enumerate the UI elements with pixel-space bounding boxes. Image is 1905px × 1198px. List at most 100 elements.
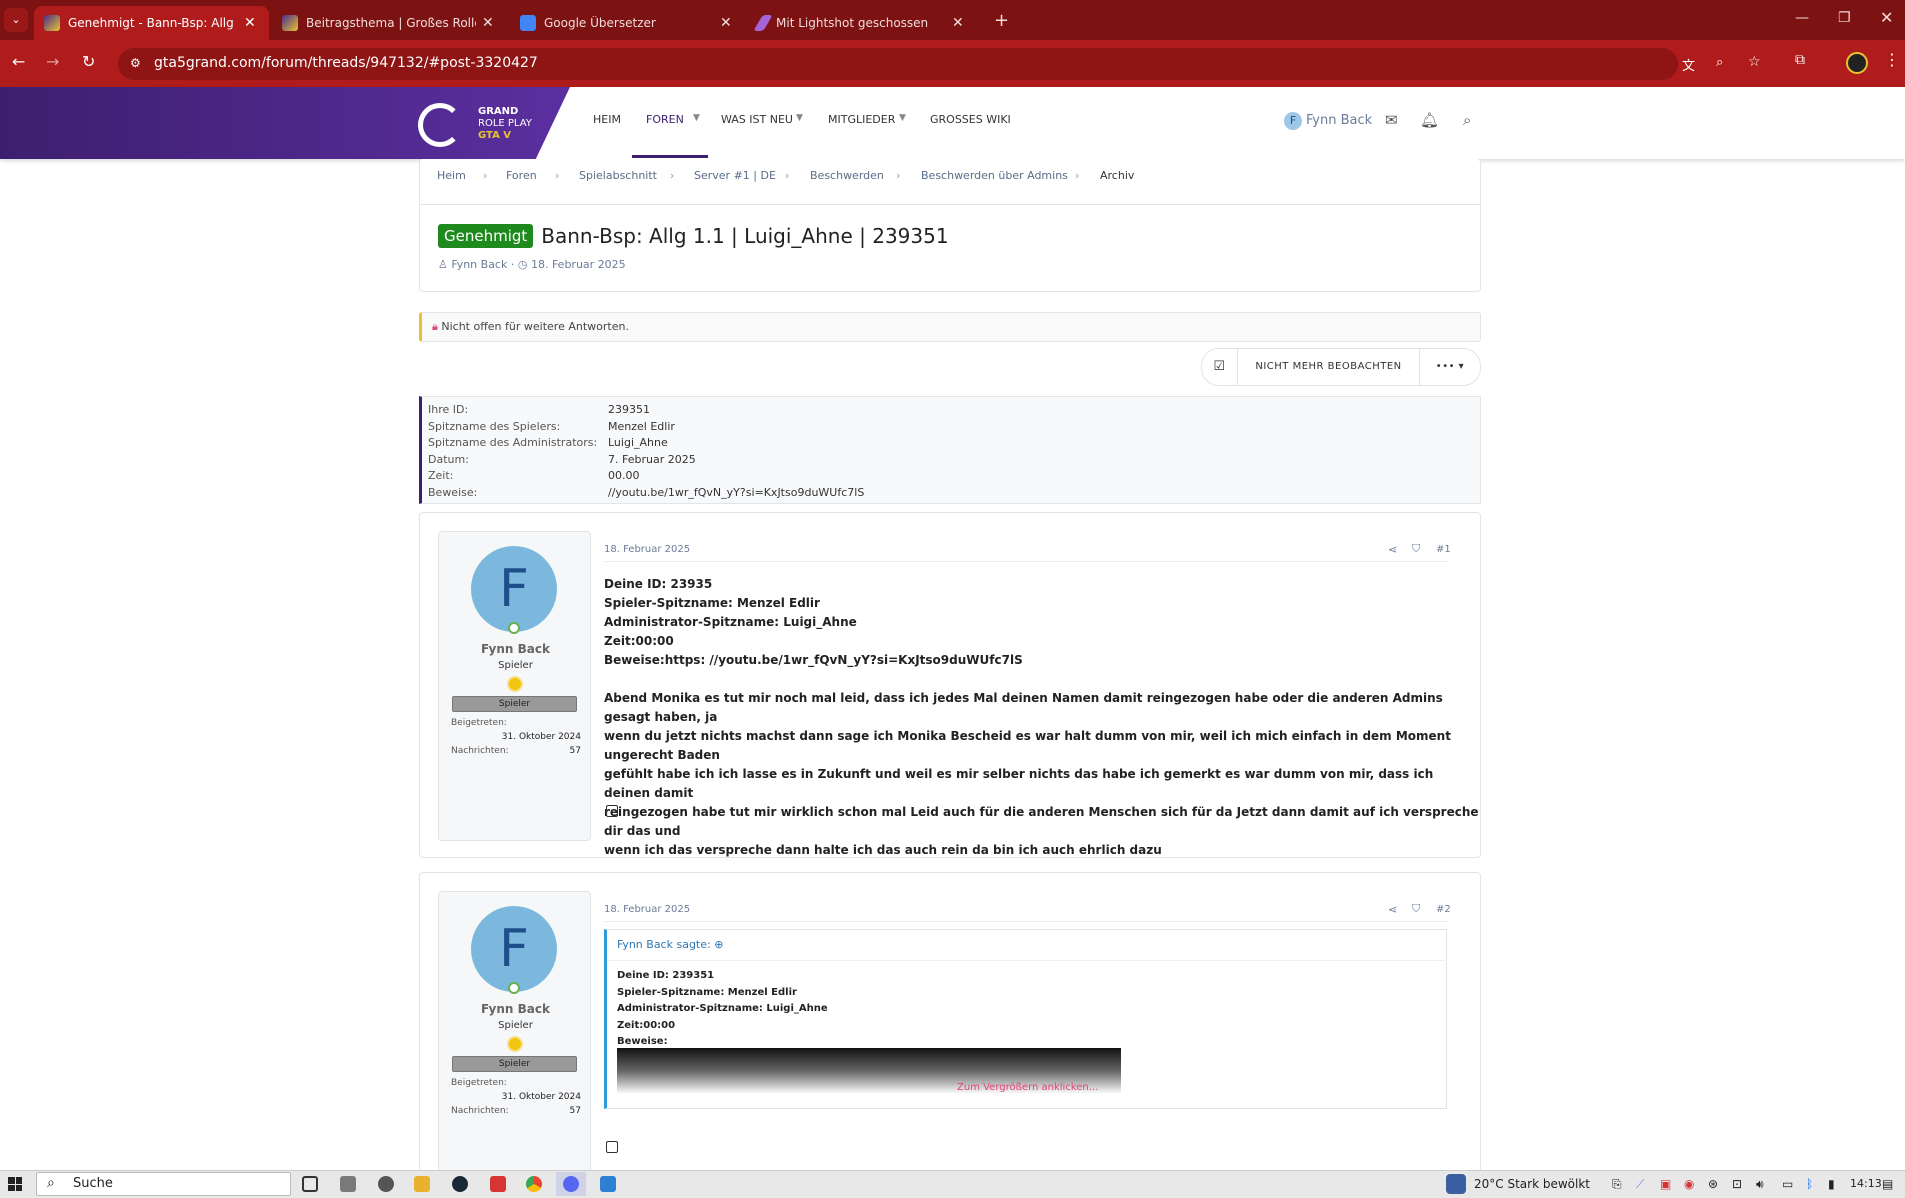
more-options-button[interactable]: ••• ▾ [1420, 349, 1480, 385]
taskbar-search[interactable]: ⌕ Suche [36, 1172, 291, 1196]
divider [607, 960, 1447, 961]
close-tab-icon[interactable]: ✕ [720, 15, 732, 31]
search-icon[interactable]: ⌕ [1463, 111, 1471, 129]
translate-icon[interactable]: 文 [1682, 55, 1695, 74]
tray-game-icon[interactable]: ▣ [1660, 1177, 1671, 1191]
calculator-icon[interactable] [340, 1176, 356, 1192]
close-tab-icon[interactable]: ✕ [244, 15, 256, 31]
chevron-down-icon[interactable]: ▼ [693, 113, 700, 123]
site-info-icon[interactable]: ⚙ [130, 56, 141, 70]
post-date[interactable]: 18. Februar 2025 [604, 544, 690, 555]
nav-foren[interactable]: FOREN [646, 113, 684, 126]
post-number[interactable]: #2 [1436, 904, 1451, 915]
tray-steam-icon[interactable]: ⊛ [1708, 1177, 1718, 1191]
file-explorer-icon[interactable] [414, 1176, 430, 1192]
settings-gear-icon[interactable] [378, 1176, 394, 1192]
bell-icon[interactable]: 🔔︎ [1420, 111, 1439, 129]
nav-grosses-wiki[interactable]: GROSSES WIKI [930, 113, 1011, 126]
post-author[interactable]: Fynn Back [439, 642, 592, 656]
avatar[interactable]: F [471, 906, 557, 992]
discord-icon[interactable] [563, 1176, 579, 1192]
url-text[interactable]: gta5grand.com/forum/threads/947132/#post… [154, 55, 538, 71]
profile-avatar[interactable] [1846, 52, 1868, 74]
bookmark-icon[interactable]: ⛉ [1412, 902, 1420, 916]
breadcrumb-heim[interactable]: Heim [437, 169, 466, 182]
volume-icon[interactable]: 🔊︎ [1756, 1177, 1764, 1192]
chevron-right-icon: › [896, 169, 901, 182]
tray-app-icon[interactable]: ⊡ [1732, 1177, 1742, 1191]
jump-to-quote-icon[interactable]: ⊕ [714, 938, 723, 951]
tab-1[interactable]: Genehmigt - Bann-Bsp: Allg 1.1 | Luigi_A… [34, 6, 269, 40]
omnibox[interactable]: ⚙ gta5grand.com/forum/threads/947132/#po… [118, 48, 1761, 80]
user-role: Spieler [498, 660, 533, 671]
tray-lightshot-icon[interactable]: ⎘ [1612, 1177, 1622, 1192]
share-icon[interactable]: ⋖ [1388, 903, 1397, 916]
weather-icon[interactable] [1446, 1174, 1466, 1194]
chevron-down-icon[interactable]: ▼ [796, 113, 803, 123]
select-post-checkbox[interactable] [606, 805, 618, 817]
minimize-icon[interactable]: — [1795, 10, 1809, 26]
game-app-icon[interactable] [490, 1176, 506, 1192]
tab-3[interactable]: Google Übersetzer ✕ [510, 6, 745, 40]
weather-text[interactable]: 20°C Stark bewölkt [1474, 1177, 1590, 1191]
reload-icon[interactable]: ↻ [82, 52, 95, 71]
click-to-enlarge-link[interactable]: Zum Vergrößern anklicken... [957, 1082, 1098, 1093]
breadcrumb-server[interactable]: Server #1 | DE [694, 169, 776, 182]
breadcrumb-spielabschnitt[interactable]: Spielabschnitt [579, 169, 657, 182]
quote-header[interactable]: Fynn Back sagte: ⊕ [617, 938, 723, 951]
user-banner: Spieler [452, 1056, 577, 1072]
close-window-icon[interactable]: ✕ [1880, 8, 1893, 27]
task-view-icon[interactable] [302, 1176, 318, 1192]
post-author[interactable]: Fynn Back [439, 1002, 592, 1016]
tab-list-button[interactable]: ⌄ [4, 8, 28, 32]
tab-4[interactable]: Mit Lightshot geschossen ✕ [748, 6, 983, 40]
tray-recorder-icon[interactable]: ◉ [1684, 1177, 1694, 1191]
post-number[interactable]: #1 [1436, 544, 1451, 555]
unwatch-button[interactable]: NICHT MEHR BEOBACHTEN [1238, 349, 1420, 385]
mail-icon[interactable]: ✉ [1385, 111, 1398, 129]
bookmark-icon[interactable]: ⛉ [1412, 542, 1420, 556]
battery-icon[interactable]: ▮ [1828, 1177, 1835, 1191]
select-post-checkbox[interactable] [606, 1141, 618, 1153]
network-icon[interactable]: ▭ [1782, 1177, 1793, 1191]
zoom-icon[interactable]: ⌕ [1716, 55, 1723, 70]
nav-heim[interactable]: HEIM [593, 113, 621, 126]
restore-icon[interactable]: ❐ [1838, 10, 1851, 26]
chrome-icon[interactable] [526, 1176, 542, 1192]
photos-icon[interactable] [600, 1176, 616, 1192]
notifications-icon[interactable]: ▤ [1882, 1177, 1893, 1191]
breadcrumb-foren[interactable]: Foren [506, 169, 537, 182]
thread-date[interactable]: 18. Februar 2025 [531, 258, 626, 271]
avatar[interactable]: F [471, 546, 557, 632]
thread-author[interactable]: Fynn Back [451, 258, 507, 271]
post-date[interactable]: 18. Februar 2025 [604, 904, 690, 915]
close-tab-icon[interactable]: ✕ [952, 15, 964, 31]
bookmark-star-icon[interactable]: ☆ [1748, 54, 1761, 70]
breadcrumb-beschwerden[interactable]: Beschwerden [810, 169, 884, 182]
site-favicon-icon [282, 15, 298, 31]
user-avatar[interactable]: F [1284, 112, 1302, 130]
steam-icon[interactable] [452, 1176, 468, 1192]
grand-logo-icon[interactable] [418, 103, 462, 147]
forward-icon[interactable]: → [46, 52, 59, 71]
back-icon[interactable]: ← [12, 52, 25, 71]
breadcrumb-beschwerden-admins[interactable]: Beschwerden über Admins [921, 169, 1068, 182]
menu-dots-icon[interactable]: ⋮ [1884, 50, 1900, 69]
logo-text[interactable]: GRAND ROLE PLAY GTA V [478, 106, 532, 142]
nav-was-ist-neu[interactable]: WAS IST NEU [721, 113, 793, 126]
windows-start-icon[interactable] [8, 1177, 22, 1191]
header-username[interactable]: Fynn Back [1306, 113, 1372, 128]
chevron-down-icon[interactable]: ▼ [899, 113, 906, 123]
breadcrumb-archiv[interactable]: Archiv [1100, 169, 1134, 182]
new-tab-icon[interactable]: + [994, 10, 1009, 31]
tab-2[interactable]: Beitragsthema | Großes Rollenspiel ✕ [272, 6, 507, 40]
extensions-icon[interactable]: ⧉ [1795, 52, 1805, 68]
status-badge[interactable]: Genehmigt [438, 224, 534, 248]
close-tab-icon[interactable]: ✕ [482, 15, 494, 31]
bluetooth-icon[interactable]: ᛒ [1806, 1177, 1813, 1191]
checkbox-icon[interactable]: ☑ [1202, 349, 1238, 385]
clock-time[interactable]: 14:13 [1850, 1177, 1882, 1190]
tray-feather-icon[interactable]: ⟋ [1636, 1177, 1644, 1192]
nav-mitglieder[interactable]: MITGLIEDER [828, 113, 895, 126]
share-icon[interactable]: ⋖ [1388, 543, 1397, 556]
